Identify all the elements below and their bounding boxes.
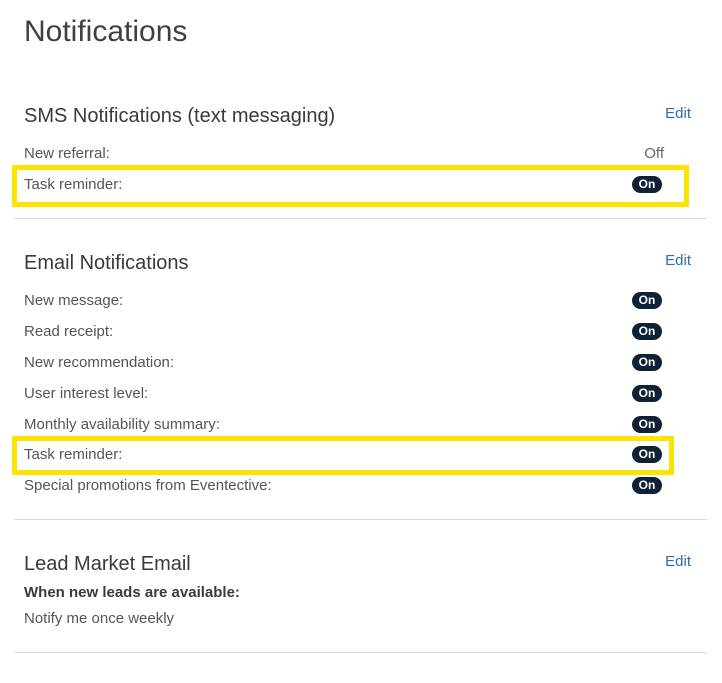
email-row-read-receipt: Read receipt: On [24,316,664,347]
highlight-box-email-task-reminder [12,436,674,475]
row-label: New message: [24,292,124,309]
status-badge: On [632,477,662,494]
sms-section-title: SMS Notifications (text messaging) [24,105,336,127]
status-badge: On [632,292,662,309]
status-badge: On [632,416,662,433]
status-badge: On [632,385,662,402]
lead-market-subheading: When new leads are available: [24,584,240,601]
sms-section-header: SMS Notifications (text messaging) Edit [24,100,707,132]
section-divider [14,519,707,520]
email-section-header: Email Notifications Edit [24,247,707,279]
email-row-new-message: New message: On [24,285,664,316]
section-divider [14,218,707,219]
lead-market-section-title: Lead Market Email [24,553,191,575]
lead-market-section-header: Lead Market Email Edit [24,548,707,580]
lead-market-email-section: Lead Market Email Edit When new leads ar… [14,548,707,638]
highlight-box-sms-task-reminder [12,165,689,207]
email-section-title: Email Notifications [24,252,189,274]
status-badge: On [632,354,662,371]
email-row-user-interest-level: User interest level: On [24,378,664,409]
row-label: Read receipt: [24,323,114,340]
email-row-new-recommendation: New recommendation: On [24,347,664,378]
status-badge: On [632,323,662,340]
lead-market-edit-link[interactable]: Edit [665,550,691,574]
sms-edit-link[interactable]: Edit [665,102,691,126]
page-title: Notifications [24,15,188,48]
section-divider [14,652,707,653]
row-label: User interest level: [24,385,149,402]
lead-market-frequency: Notify me once weekly [24,610,175,627]
email-edit-link[interactable]: Edit [665,249,691,273]
row-label: New recommendation: [24,354,175,371]
